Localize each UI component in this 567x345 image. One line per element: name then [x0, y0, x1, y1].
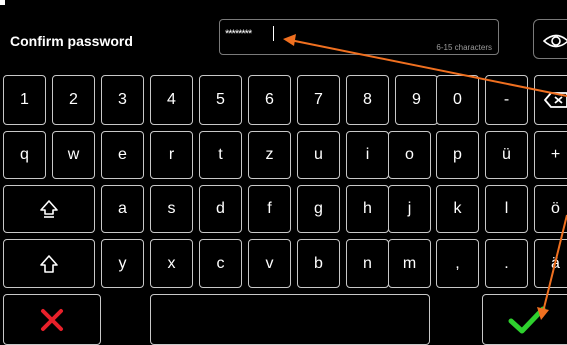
confirm-button[interactable] — [482, 294, 567, 345]
password-value: ******** — [225, 28, 252, 40]
key-l[interactable]: l — [485, 185, 528, 233]
key-m[interactable]: m — [388, 239, 431, 288]
key-d[interactable]: d — [199, 185, 242, 233]
key-7[interactable]: 7 — [297, 75, 340, 125]
shift-key[interactable] — [3, 239, 95, 288]
key-0[interactable]: 0 — [436, 75, 479, 125]
key-v[interactable]: v — [248, 239, 291, 288]
caps-lock-icon — [40, 200, 58, 218]
key-n[interactable]: n — [346, 239, 389, 288]
key-q[interactable]: q — [3, 131, 46, 179]
key-6[interactable]: 6 — [248, 75, 291, 125]
key-8[interactable]: 8 — [346, 75, 389, 125]
show-password-button[interactable] — [533, 19, 567, 59]
cross-icon — [41, 308, 63, 331]
key-plus[interactable]: + — [534, 131, 567, 179]
key-r[interactable]: r — [150, 131, 193, 179]
key-9[interactable]: 9 — [395, 75, 438, 125]
key-1[interactable]: 1 — [3, 75, 46, 125]
key-4[interactable]: 4 — [150, 75, 193, 125]
key-comma[interactable]: , — [436, 239, 479, 288]
caps-lock-key[interactable] — [3, 185, 95, 233]
key-c[interactable]: c — [199, 239, 242, 288]
key-minus[interactable]: - — [485, 75, 528, 125]
key-j[interactable]: j — [388, 185, 431, 233]
key-s[interactable]: s — [150, 185, 193, 233]
key-o-umlaut[interactable]: ö — [534, 185, 567, 233]
checkmark-icon — [508, 306, 546, 333]
key-e[interactable]: e — [101, 131, 144, 179]
corner — [0, 0, 5, 5]
text-cursor — [273, 26, 274, 41]
key-2[interactable]: 2 — [52, 75, 95, 125]
shift-icon — [40, 254, 58, 273]
key-5[interactable]: 5 — [199, 75, 242, 125]
key-u-umlaut[interactable]: ü — [485, 131, 528, 179]
key-w[interactable]: w — [52, 131, 95, 179]
key-u[interactable]: u — [297, 131, 340, 179]
password-input[interactable]: ******** 6-15 characters — [219, 19, 499, 55]
key-b[interactable]: b — [297, 239, 340, 288]
key-a[interactable]: a — [101, 185, 144, 233]
key-a-umlaut[interactable]: ä — [534, 239, 567, 288]
backspace-icon — [543, 92, 567, 108]
key-i[interactable]: i — [346, 131, 389, 179]
key-p[interactable]: p — [436, 131, 479, 179]
key-k[interactable]: k — [436, 185, 479, 233]
eye-icon — [543, 34, 567, 48]
key-y[interactable]: y — [101, 239, 144, 288]
password-hint: 6-15 characters — [436, 43, 492, 52]
space-key[interactable] — [150, 294, 430, 345]
keyboard-dialog: Confirm password ******** 6-15 character… — [0, 0, 567, 345]
key-z[interactable]: z — [248, 131, 291, 179]
key-g[interactable]: g — [297, 185, 340, 233]
backspace-key[interactable] — [534, 75, 567, 125]
key-h[interactable]: h — [346, 185, 389, 233]
cancel-button[interactable] — [3, 294, 101, 345]
key-x[interactable]: x — [150, 239, 193, 288]
key-period[interactable]: . — [485, 239, 528, 288]
key-3[interactable]: 3 — [101, 75, 144, 125]
dialog-title: Confirm password — [10, 33, 133, 49]
key-o[interactable]: o — [388, 131, 431, 179]
key-f[interactable]: f — [248, 185, 291, 233]
key-t[interactable]: t — [199, 131, 242, 179]
